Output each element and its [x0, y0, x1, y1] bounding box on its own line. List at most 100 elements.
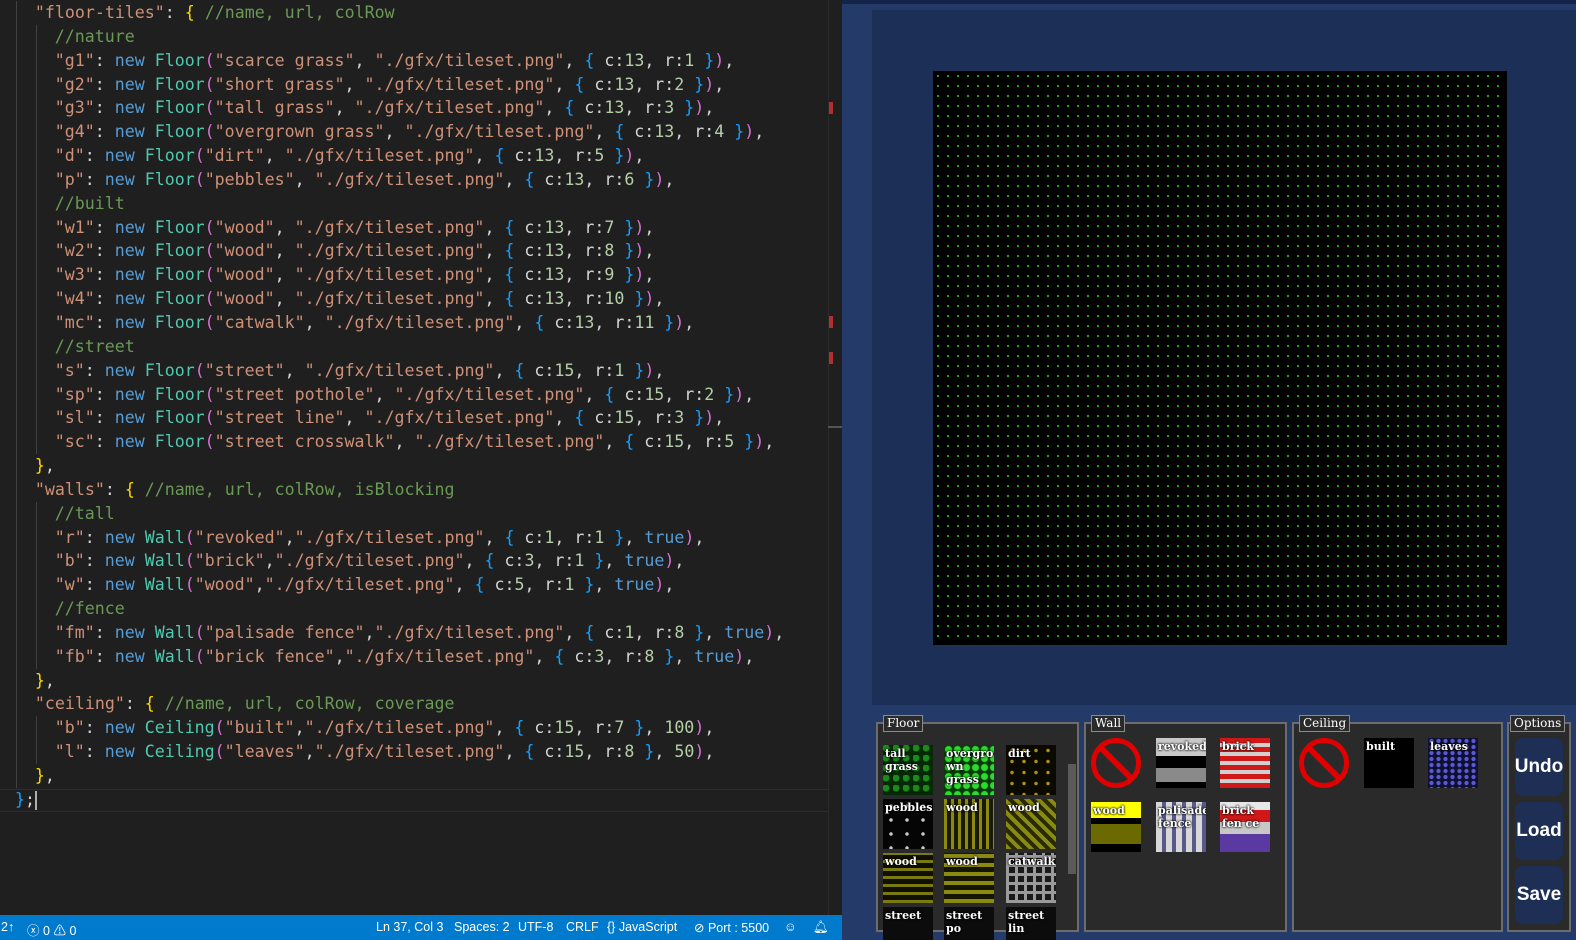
code-line-content: "d": new Floor("dirt", "./gfx/tileset.pn… — [55, 144, 645, 168]
floor-tile[interactable]: wood — [1006, 799, 1056, 849]
wall-tile[interactable]: revoked — [1156, 738, 1206, 788]
indent-guide — [35, 644, 37, 669]
wall-tile-label: revoked — [1158, 740, 1206, 753]
wall-tile[interactable]: palisade fence — [1156, 802, 1206, 852]
wall-tile[interactable]: wood — [1091, 802, 1141, 852]
floor-palette: Floor tall grass overgro wn grass dirt pebb… — [876, 715, 1079, 940]
indent-guide — [35, 72, 37, 97]
wall-tile[interactable]: brick fen ce — [1220, 802, 1270, 852]
code-token: : — [94, 432, 115, 452]
feedback-icon[interactable]: ☺ — [784, 920, 797, 934]
code-token: true — [724, 622, 765, 642]
indent-guide — [16, 740, 17, 764]
code-token: , — [504, 169, 525, 189]
floor-tile[interactable]: wood — [883, 853, 933, 903]
indent-guide — [35, 406, 37, 431]
cursor-position[interactable]: Ln 37, Col 3 — [376, 920, 443, 934]
code-token: "catwalk" — [214, 312, 305, 332]
code-line-content: //street — [55, 335, 135, 359]
eol-setting[interactable]: CRLF — [566, 920, 599, 934]
code-token: , — [764, 432, 775, 452]
editor-scrollbar[interactable] — [828, 0, 842, 915]
load-button[interactable]: Load — [1515, 802, 1563, 860]
code-token: Floor — [154, 217, 205, 237]
code-token: "wood" — [214, 241, 275, 261]
code-token: new — [114, 384, 155, 404]
undo-button[interactable]: Undo — [1515, 738, 1563, 796]
encoding-setting[interactable]: UTF-8 — [518, 920, 553, 934]
code-token: } — [624, 289, 645, 309]
code-token: } — [714, 384, 735, 404]
floor-tile[interactable]: street — [883, 907, 933, 940]
code-token: } — [34, 766, 45, 785]
wall-palette: Wall revoked brick wood palisade fence brick… — [1084, 715, 1287, 932]
code-token: } — [614, 217, 635, 237]
code-token: : — [94, 384, 115, 404]
code-token: : — [84, 169, 105, 189]
no-entry-icon: ⊘ — [694, 921, 705, 935]
ceiling-tile[interactable]: leaves — [1428, 738, 1478, 788]
indent-guide — [16, 573, 17, 598]
live-server-port[interactable]: ⊘ Port : 5500 — [694, 920, 769, 935]
floor-tile[interactable]: street lin — [1006, 907, 1056, 940]
wall-tile[interactable] — [1091, 738, 1141, 788]
code-token: Ceiling — [144, 742, 215, 762]
language-mode[interactable]: {} JavaScript — [607, 920, 677, 934]
floor-tile[interactable]: pebbles — [883, 799, 933, 849]
code-editor[interactable]: "floor-tiles": { //name, url, colRow//na… — [0, 0, 842, 915]
floor-tile[interactable]: wood — [944, 799, 994, 849]
code-token: , — [474, 146, 495, 166]
code-token: ) — [754, 432, 765, 452]
bell-icon[interactable]: 🔔︎ — [813, 920, 829, 935]
code-token: , — [484, 241, 505, 261]
sync-indicator[interactable]: 2↑ — [1, 920, 14, 934]
code-token: : — [94, 74, 115, 94]
code-token: 5 — [724, 432, 735, 452]
code-token: 13 — [544, 265, 565, 285]
floor-tile[interactable]: overgro wn grass — [944, 745, 994, 795]
code-token: , — [694, 527, 705, 547]
code-token: c: — [484, 575, 515, 595]
ceiling-tile[interactable]: built — [1364, 738, 1414, 788]
floor-tile[interactable]: street po — [944, 907, 994, 940]
problems-indicator[interactable]: ⓧ 0 ⚠ 0 — [27, 920, 76, 939]
code-token: "leaves" — [224, 742, 305, 762]
code-token: { — [534, 312, 545, 332]
code-token: Wall — [154, 622, 195, 642]
port-label: Port : 5500 — [707, 921, 770, 935]
indentation-setting[interactable]: Spaces: 2 — [454, 920, 510, 934]
code-token: "./gfx/tileset.png" — [324, 312, 515, 332]
code-line-content: "w2": new Floor("wood", "./gfx/tileset.p… — [55, 239, 655, 263]
save-button[interactable]: Save — [1515, 866, 1563, 924]
code-token: : — [84, 527, 105, 547]
floor-tile[interactable]: tall grass — [883, 745, 933, 795]
indent-guide — [16, 144, 17, 168]
floor-tile-label: pebbles — [885, 801, 933, 814]
ceiling-tile[interactable] — [1299, 738, 1349, 788]
code-token: , r: — [564, 289, 605, 309]
code-token: ( — [204, 50, 215, 70]
code-token: } — [34, 456, 45, 476]
code-line-content: }, — [35, 669, 55, 693]
floor-palette-scrollbar[interactable] — [1068, 764, 1076, 874]
code-token: "./gfx/tileset.png" — [284, 146, 475, 166]
code-token: { — [514, 718, 525, 738]
floor-tile[interactable]: catwalk — [1006, 853, 1056, 903]
code-token: new — [114, 622, 155, 642]
code-token: } — [604, 527, 625, 547]
code-line-content: "g4": new Floor("overgrown grass", "./gf… — [55, 120, 764, 144]
code-token: new — [104, 360, 145, 380]
indent-guide — [35, 716, 37, 741]
code-token: , r: — [584, 169, 625, 189]
floor-tile[interactable]: dirt — [1006, 745, 1056, 795]
map-canvas[interactable] — [933, 71, 1507, 645]
code-token: ( — [194, 360, 205, 380]
code-token: "w1" — [54, 217, 95, 237]
code-token: "wood" — [214, 217, 275, 237]
floor-tile[interactable]: wood — [944, 853, 994, 903]
code-token: , — [564, 622, 585, 642]
code-token: , r: — [584, 742, 625, 762]
code-token: new — [114, 646, 155, 666]
wall-tile[interactable]: brick — [1220, 738, 1270, 788]
code-token: new — [104, 575, 145, 595]
